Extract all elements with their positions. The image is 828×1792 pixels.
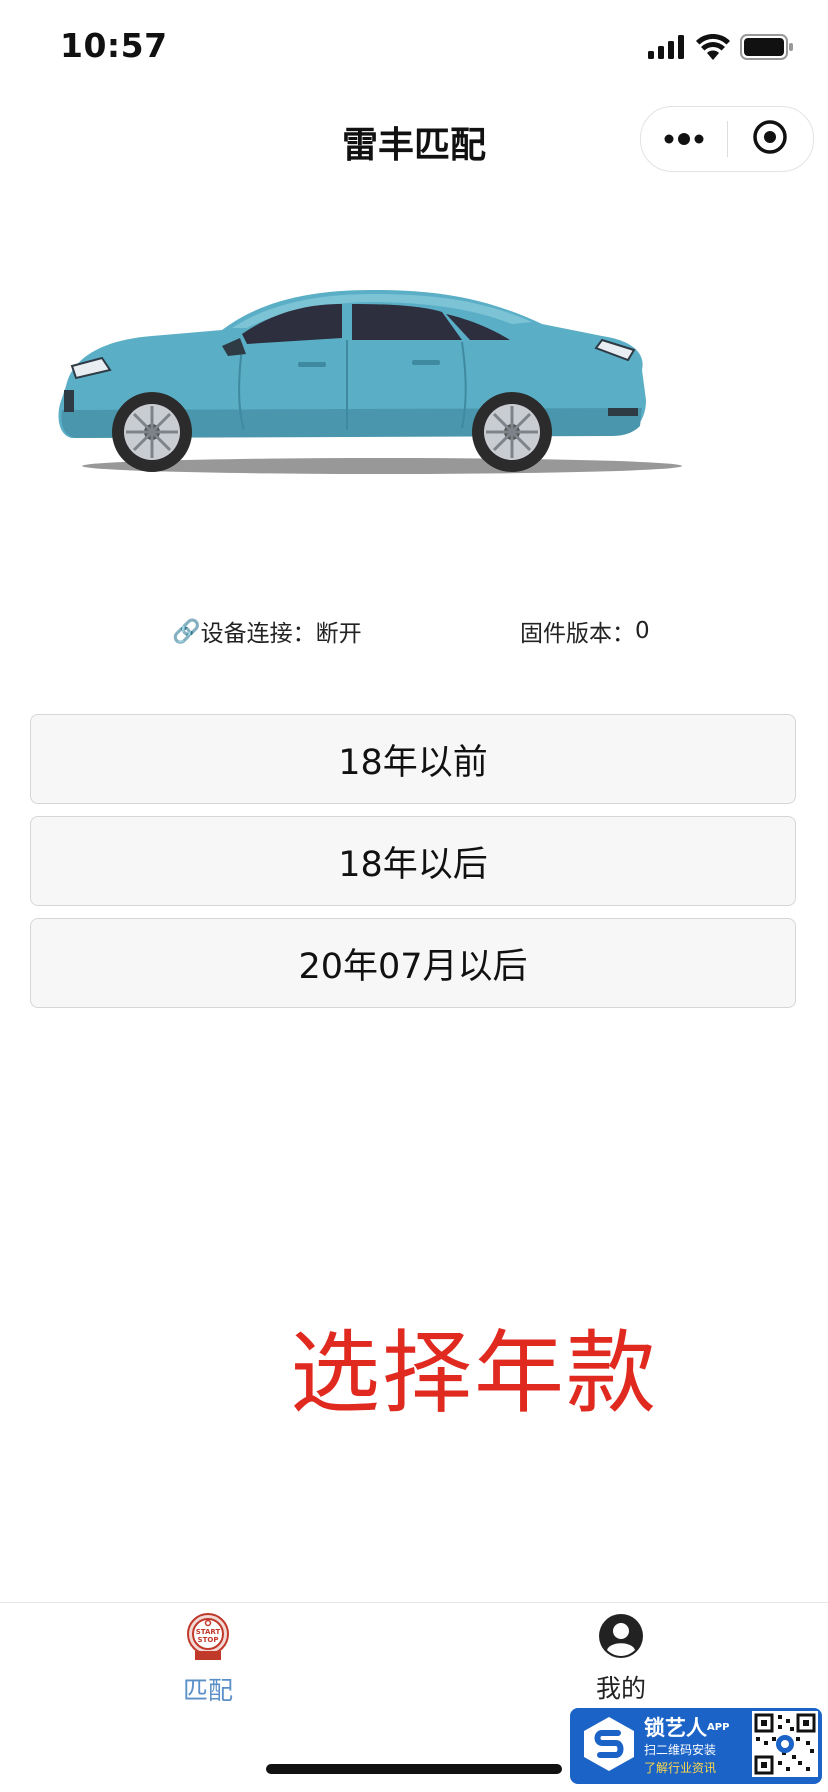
record-target-icon <box>752 119 788 159</box>
firmware-version: 固件版本： 0 <box>520 614 650 648</box>
more-dots-icon <box>664 130 704 149</box>
watermark-line2: 了解行业资讯 <box>644 1761 717 1775</box>
tab-mine[interactable]: 我的 <box>541 1613 701 1705</box>
watermark-line1: 扫二维码安装 <box>644 1743 717 1757</box>
svg-text:START: START <box>196 1628 221 1636</box>
start-stop-icon: START STOP <box>185 1613 231 1665</box>
cellular-signal-icon <box>648 35 686 63</box>
app-screen: 10:57 雷丰匹配 🔗 设备连接： 断开 固件版本： 0 18年以前 18年以… <box>0 0 828 1792</box>
connection-value: 断开 <box>315 621 362 647</box>
status-icons <box>648 33 794 64</box>
select-year-annotation: 选择年款 <box>290 1321 658 1426</box>
close-mini-program-button[interactable] <box>728 107 814 171</box>
watermark-brand: 锁艺人APP <box>644 1715 748 1741</box>
watermark-badge: 锁艺人APP 扫二维码安装 了解行业资讯 <box>570 1708 822 1784</box>
tab-mine-label: 我的 <box>595 1674 646 1703</box>
status-time: 10:57 <box>60 26 168 65</box>
user-profile-icon <box>598 1613 644 1663</box>
watermark-text: 锁艺人APP 扫二维码安装 了解行业资讯 <box>644 1715 748 1777</box>
year-option-after-2018-button[interactable]: 18年以后 <box>30 816 796 906</box>
firmware-value: 0 <box>635 618 650 644</box>
tab-match-label: 匹配 <box>182 1676 233 1705</box>
link-icon: 🔗 <box>172 618 201 645</box>
connection-label: 设备连接： <box>200 621 316 647</box>
watermark-brand-suffix: APP <box>707 1722 730 1733</box>
more-button[interactable] <box>641 107 727 171</box>
home-indicator[interactable] <box>266 1764 562 1774</box>
tab-match[interactable]: START STOP 匹配 <box>128 1613 288 1707</box>
connection-status: 🔗 设备连接： 断开 <box>172 614 362 648</box>
year-option-after-2020-07-button[interactable]: 20年07月以后 <box>30 918 796 1008</box>
car-image <box>42 270 682 480</box>
watermark-logo-icon <box>580 1715 638 1777</box>
year-option-before-2018-button[interactable]: 18年以前 <box>30 714 796 804</box>
firmware-label: 固件版本： <box>520 621 635 647</box>
battery-icon <box>740 34 794 64</box>
qr-code-icon <box>752 1711 818 1781</box>
mini-program-capsule <box>640 106 814 172</box>
device-info-row: 🔗 设备连接： 断开 固件版本： 0 <box>0 614 828 654</box>
svg-text:STOP: STOP <box>198 1636 219 1644</box>
wifi-icon <box>696 33 730 64</box>
watermark-brand-name: 锁艺人 <box>644 1716 707 1740</box>
